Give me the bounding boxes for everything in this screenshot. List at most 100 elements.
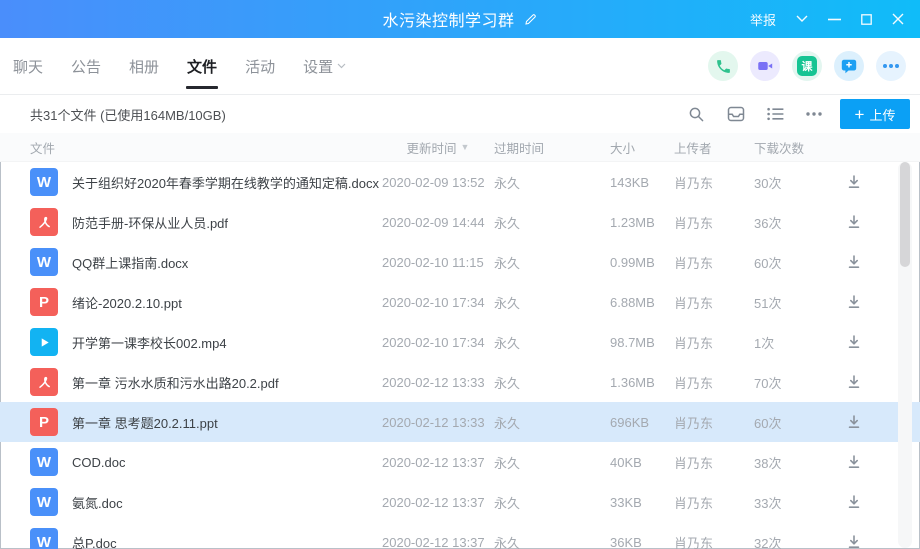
table-row[interactable]: 第一章 污水水质和污水出路20.2.pdf 2020-02-12 13:33 永… <box>0 362 920 402</box>
file-name: 开学第一课李校长002.mp4 <box>72 333 227 352</box>
file-updated: 2020-02-12 13:37 <box>382 535 494 549</box>
file-rows: W 关于组织好2020年春季学期在线教学的通知定稿.docx 2020-02-0… <box>0 162 920 549</box>
tab-bar: 聊天 公告 相册 文件 活动 设置 课 <box>0 38 920 95</box>
file-uploader: 肖乃东 <box>674 413 754 432</box>
video-call-button[interactable] <box>750 51 780 81</box>
chevron-down-icon <box>337 61 346 72</box>
file-expiry: 永久 <box>494 373 610 392</box>
feedback-bubble-button[interactable] <box>834 51 864 81</box>
table-row[interactable]: 防范手册-环保从业人员.pdf 2020-02-09 14:44 永久 1.23… <box>0 202 920 242</box>
download-button[interactable] <box>840 254 862 270</box>
file-expiry: 永久 <box>494 413 610 432</box>
table-row[interactable]: 开学第一课李校长002.mp4 2020-02-10 17:34 永久 98.7… <box>0 322 920 362</box>
word-file-icon: W <box>30 168 58 196</box>
file-updated: 2020-02-09 14:44 <box>382 215 494 230</box>
file-size: 1.23MB <box>610 215 674 230</box>
file-expiry: 永久 <box>494 173 610 192</box>
upload-button[interactable]: + 上传 <box>840 99 910 129</box>
file-expiry: 永久 <box>494 453 610 472</box>
maximize-button[interactable] <box>861 14 872 25</box>
file-updated: 2020-02-10 11:15 <box>382 255 494 270</box>
tab-album[interactable]: 相册 <box>129 38 159 94</box>
table-row[interactable]: W 氨氮.doc 2020-02-12 13:37 永久 33KB 肖乃东 33… <box>0 482 920 522</box>
file-expiry: 永久 <box>494 533 610 549</box>
report-button[interactable]: 举报 <box>750 10 776 29</box>
inbox-icon[interactable] <box>727 106 745 122</box>
download-button[interactable] <box>840 374 862 390</box>
table-row[interactable]: P 绪论-2020.2.10.ppt 2020-02-10 17:34 永久 6… <box>0 282 920 322</box>
word-file-icon: W <box>30 528 58 549</box>
file-uploader: 肖乃东 <box>674 493 754 512</box>
edit-title-icon[interactable] <box>523 12 538 27</box>
file-downloads: 38次 <box>754 453 840 472</box>
file-size: 98.7MB <box>610 335 674 350</box>
file-downloads: 30次 <box>754 173 840 192</box>
voice-call-button[interactable] <box>708 51 738 81</box>
table-row[interactable]: W COD.doc 2020-02-12 13:37 永久 40KB 肖乃东 3… <box>0 442 920 482</box>
tab-settings[interactable]: 设置 <box>303 38 346 94</box>
list-view-icon[interactable] <box>767 107 784 121</box>
group-class-button[interactable]: 课 <box>792 51 822 81</box>
table-row[interactable]: W 关于组织好2020年春季学期在线教学的通知定稿.docx 2020-02-0… <box>0 162 920 202</box>
close-button[interactable] <box>892 13 904 25</box>
tab-activities[interactable]: 活动 <box>245 38 275 94</box>
pdf-file-icon <box>30 368 58 396</box>
download-button[interactable] <box>840 214 862 230</box>
table-row[interactable]: W QQ群上课指南.docx 2020-02-10 11:15 永久 0.99M… <box>0 242 920 282</box>
download-button[interactable] <box>840 494 862 510</box>
titlebar: 水污染控制学习群 举报 <box>0 0 920 38</box>
file-downloads: 36次 <box>754 213 840 232</box>
header-downloads: 下载次数 <box>754 138 840 157</box>
header-expiry: 过期时间 <box>494 138 610 157</box>
file-size: 143KB <box>610 175 674 190</box>
file-downloads: 32次 <box>754 533 840 549</box>
file-updated: 2020-02-10 17:34 <box>382 335 494 350</box>
download-button[interactable] <box>840 174 862 190</box>
download-button[interactable] <box>840 334 862 350</box>
file-downloads: 1次 <box>754 333 840 352</box>
file-count-stats: 共31个文件 (已使用164MB/10GB) <box>30 105 688 124</box>
file-name: 总P.doc <box>72 533 117 549</box>
file-size: 696KB <box>610 415 674 430</box>
ppt-file-icon: P <box>30 288 58 316</box>
file-size: 33KB <box>610 495 674 510</box>
pdf-file-icon <box>30 208 58 236</box>
tab-announcements[interactable]: 公告 <box>71 38 101 94</box>
search-icon[interactable] <box>688 106 705 123</box>
file-uploader: 肖乃东 <box>674 253 754 272</box>
chevron-down-icon[interactable] <box>796 15 808 23</box>
file-expiry: 永久 <box>494 493 610 512</box>
download-button[interactable] <box>840 454 862 470</box>
header-uploader: 上传者 <box>674 138 754 157</box>
minimize-button[interactable] <box>828 18 841 21</box>
header-updated-sort[interactable]: 更新时间 ▼ <box>407 138 470 157</box>
table-row[interactable]: P 第一章 思考题20.2.11.ppt 2020-02-12 13:33 永久… <box>0 402 920 442</box>
download-button[interactable] <box>840 534 862 549</box>
table-row[interactable]: W 总P.doc 2020-02-12 13:37 永久 36KB 肖乃东 32… <box>0 522 920 549</box>
file-size: 1.36MB <box>610 375 674 390</box>
more-options-icon[interactable] <box>806 112 822 116</box>
ellipsis-icon <box>882 63 900 69</box>
file-uploader: 肖乃东 <box>674 213 754 232</box>
download-button[interactable] <box>840 294 862 310</box>
more-actions-button[interactable] <box>876 51 906 81</box>
video-file-icon <box>30 328 58 356</box>
file-expiry: 永久 <box>494 253 610 272</box>
video-camera-icon <box>756 57 774 75</box>
scrollbar-thumb[interactable] <box>900 162 910 267</box>
file-uploader: 肖乃东 <box>674 453 754 472</box>
download-button[interactable] <box>840 414 862 430</box>
file-name: 防范手册-环保从业人员.pdf <box>72 213 228 232</box>
page-title: 水污染控制学习群 <box>382 7 514 31</box>
files-toolbar: 共31个文件 (已使用164MB/10GB) + 上传 <box>0 95 920 133</box>
word-file-icon: W <box>30 448 58 476</box>
tab-chat[interactable]: 聊天 <box>13 38 43 94</box>
file-uploader: 肖乃东 <box>674 293 754 312</box>
file-size: 36KB <box>610 535 674 549</box>
phone-icon <box>715 58 732 75</box>
tab-files[interactable]: 文件 <box>187 38 217 94</box>
sort-caret-icon: ▼ <box>461 142 470 152</box>
scrollbar-track[interactable] <box>898 162 912 548</box>
header-size: 大小 <box>610 138 674 157</box>
file-downloads: 60次 <box>754 413 840 432</box>
